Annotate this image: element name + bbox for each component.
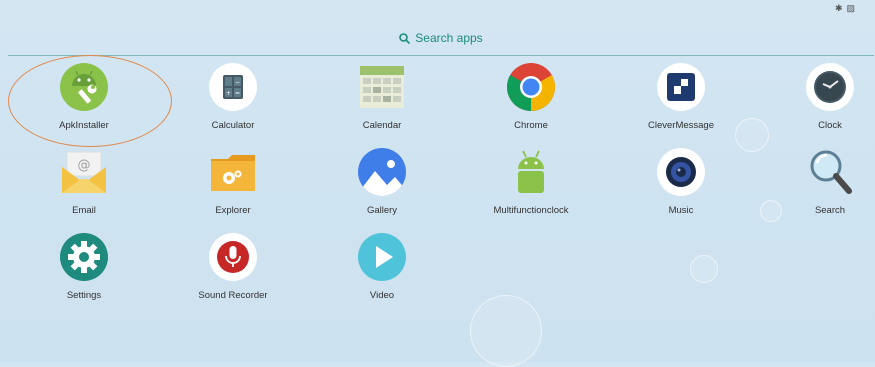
- apkinstaller-icon: [59, 62, 109, 112]
- calculator-icon: − + =: [208, 62, 258, 112]
- app-explorer[interactable]: Explorer: [158, 147, 308, 216]
- app-apkinstaller[interactable]: ApkInstaller: [9, 62, 159, 131]
- app-label: Settings: [66, 290, 102, 301]
- app-settings[interactable]: Settings: [9, 232, 159, 301]
- app-calculator[interactable]: − + = Calculator: [158, 62, 308, 131]
- app-label: CleverMessage: [648, 120, 714, 131]
- explorer-icon: [208, 147, 258, 197]
- search-bar[interactable]: Search apps: [8, 26, 874, 56]
- bluetooth-icon: ✱: [834, 3, 847, 13]
- app-video[interactable]: Video: [307, 232, 457, 301]
- app-label: Email: [72, 205, 96, 216]
- app-label: ApkInstaller: [59, 120, 109, 131]
- clevermessage-icon: [656, 62, 706, 112]
- app-music[interactable]: Music: [606, 147, 756, 216]
- app-multifunctionclock[interactable]: Multifunctionclock: [456, 147, 606, 216]
- search-label: Search apps: [415, 31, 483, 45]
- app-email[interactable]: @ Email: [9, 147, 159, 216]
- app-chrome[interactable]: Chrome: [456, 62, 606, 131]
- svg-text:=: =: [235, 90, 240, 97]
- app-label: Music: [668, 205, 694, 216]
- magnifier-icon: [805, 147, 855, 197]
- app-label: Video: [369, 290, 395, 301]
- app-label: Calendar: [362, 120, 402, 131]
- play-icon: [357, 232, 407, 282]
- gear-icon: [59, 232, 109, 282]
- status-bar: ✱▨: [0, 0, 875, 18]
- app-search[interactable]: Search: [755, 147, 875, 216]
- calendar-icon: [357, 62, 407, 112]
- app-label: Calculator: [211, 120, 255, 131]
- background-bubble: [470, 295, 542, 367]
- app-clock[interactable]: Clock: [755, 62, 875, 131]
- app-label: Sound Recorder: [198, 290, 268, 301]
- music-icon: [656, 147, 706, 197]
- microphone-icon: [208, 232, 258, 282]
- svg-text:@: @: [78, 158, 91, 173]
- email-icon: @: [59, 147, 109, 197]
- gallery-icon: [357, 147, 407, 197]
- app-label: Search: [814, 205, 846, 216]
- clock-icon: [805, 62, 855, 112]
- android-icon: [506, 147, 556, 197]
- no-sim-icon: ▨: [846, 3, 859, 13]
- chrome-icon: [506, 62, 556, 112]
- app-clevermessage[interactable]: CleverMessage: [606, 62, 756, 131]
- app-label: Explorer: [215, 205, 251, 216]
- svg-text:−: −: [235, 79, 240, 86]
- app-label: Gallery: [366, 205, 398, 216]
- app-gallery[interactable]: Gallery: [307, 147, 457, 216]
- app-label: Clock: [818, 120, 842, 131]
- svg-text:+: +: [226, 90, 231, 97]
- background-bubble: [690, 255, 718, 283]
- app-label: Multifunctionclock: [493, 205, 569, 216]
- app-calendar[interactable]: Calendar: [307, 62, 457, 131]
- search-icon: [399, 33, 411, 45]
- status-icons: ✱▨: [835, 3, 859, 14]
- app-sound-recorder[interactable]: Sound Recorder: [158, 232, 308, 301]
- app-label: Chrome: [514, 120, 548, 131]
